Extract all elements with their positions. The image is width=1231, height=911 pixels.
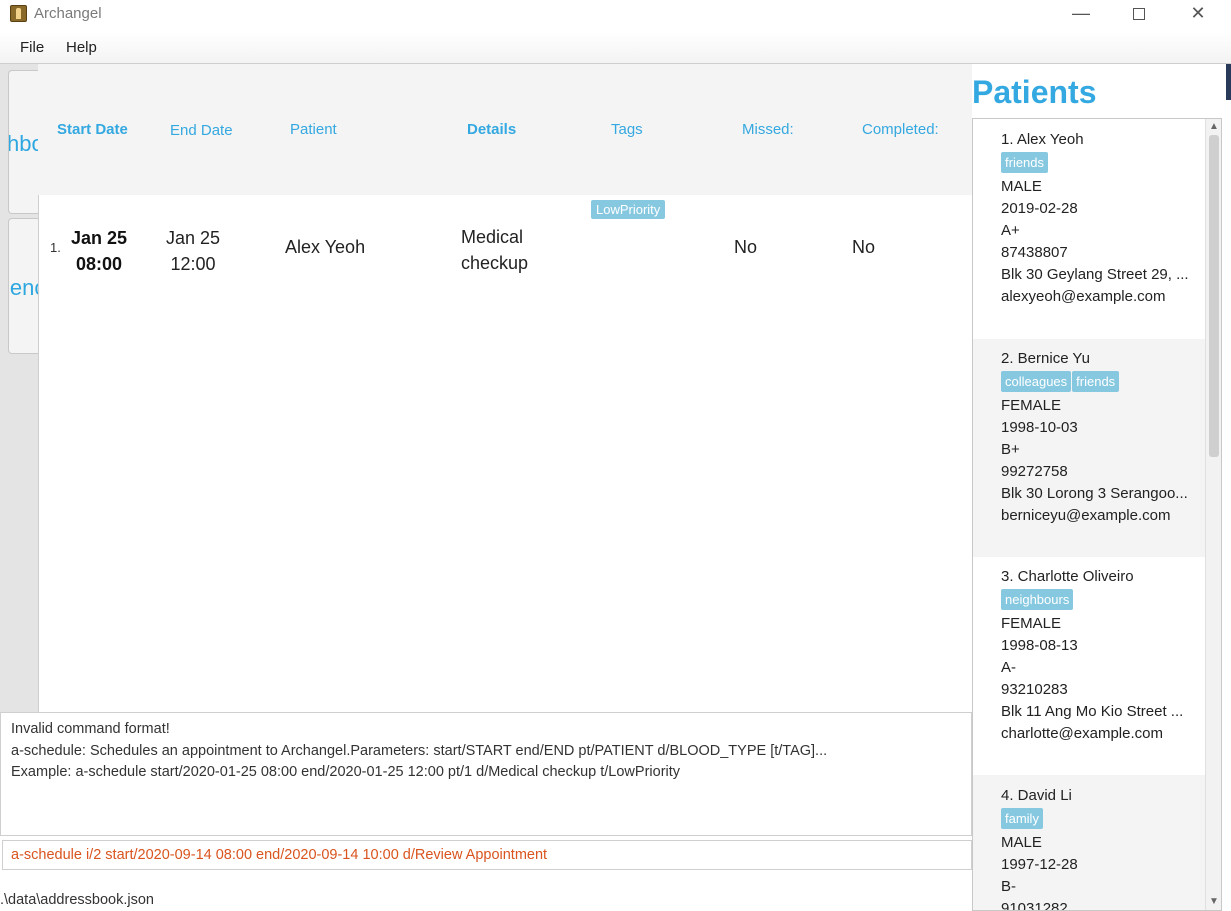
patient-blood-type: B+ xyxy=(1001,441,1020,458)
result-line-1: Invalid command format! xyxy=(11,721,170,737)
appointment-missed: No xyxy=(734,237,758,257)
patient-tag: neighbours xyxy=(1001,589,1074,610)
patient-phone: 99272758 xyxy=(1001,463,1068,480)
patient-gender: MALE xyxy=(1001,834,1042,851)
menu-bar: File Help xyxy=(0,32,1231,64)
start-day: Jan 25 xyxy=(70,228,128,248)
appointment-index: 1. xyxy=(50,240,61,255)
appointment-tag: LowPriority xyxy=(591,200,666,219)
patient-dob: 1998-10-03 xyxy=(1001,419,1078,436)
maximize-button[interactable] xyxy=(1111,0,1167,28)
patients-title: Patients xyxy=(972,74,1097,110)
patient-name: 3. Charlotte Oliveiro xyxy=(1001,568,1134,585)
header-start-date[interactable]: Start Date xyxy=(57,121,128,138)
patient-dob: 1998-08-13 xyxy=(1001,637,1078,654)
menu-file[interactable]: File xyxy=(20,39,44,56)
details-line-2: checkup xyxy=(461,253,529,273)
command-box[interactable]: a-schedule i/2 start/2020-09-14 08:00 en… xyxy=(2,840,972,870)
end-time: 12:00 xyxy=(170,254,216,274)
patient-email: berniceyu@example.com xyxy=(1001,507,1171,524)
menu-help[interactable]: Help xyxy=(66,39,97,56)
patient-tags: family xyxy=(1001,808,1205,831)
tab-strip: hbo ienc xyxy=(0,64,40,714)
patient-tags: friends xyxy=(1001,152,1205,175)
header-missed[interactable]: Missed: xyxy=(742,121,794,138)
patient-gender: FEMALE xyxy=(1001,397,1062,414)
patient-tags: neighbours xyxy=(1001,589,1205,612)
tab-calendar[interactable]: ienc xyxy=(8,218,40,354)
patient-phone: 93210283 xyxy=(1001,681,1068,698)
patient-address: Blk 30 Lorong 3 Serangoo... xyxy=(1001,485,1188,502)
details-line-1: Medical xyxy=(461,227,524,247)
start-time: 08:00 xyxy=(75,254,123,274)
patient-address: Blk 11 Ang Mo Kio Street ... xyxy=(1001,703,1184,720)
scrollbar-thumb[interactable] xyxy=(1209,135,1219,457)
header-completed[interactable]: Completed: xyxy=(862,121,939,138)
patient-email: alexyeoh@example.com xyxy=(1001,288,1166,305)
header-details[interactable]: Details xyxy=(467,121,516,138)
result-display[interactable]: Invalid command format! a-schedule: Sche… xyxy=(0,712,972,836)
maximize-icon xyxy=(1133,8,1145,21)
close-button[interactable]: ✕ xyxy=(1170,0,1226,28)
scroll-up-icon[interactable]: ▲ xyxy=(1208,121,1220,133)
header-patient[interactable]: Patient xyxy=(290,121,337,138)
tab-calendar-label: ienc xyxy=(9,275,40,300)
header-end-date[interactable]: End Date xyxy=(170,122,233,139)
appointment-end-date: Jan 25 12:00 xyxy=(163,225,223,277)
patient-blood-type: A- xyxy=(1001,659,1016,676)
patient-tag: colleagues xyxy=(1001,371,1072,392)
appointment-row[interactable]: 1. Jan 25 08:00 Jan 25 12:00 Alex Yeoh M… xyxy=(39,195,973,295)
appointment-table-header: Start Date End Date Patient Details Tags… xyxy=(38,64,972,196)
app-logo-icon xyxy=(10,5,27,22)
patient-card[interactable]: 4. David Li family MALE 1997-12-28 B- 91… xyxy=(973,775,1205,911)
patient-name: 1. Alex Yeoh xyxy=(1001,131,1084,148)
status-bar: .\data\addressbook.json xyxy=(0,874,972,911)
tab-dashboard[interactable]: hbo xyxy=(8,70,40,214)
patient-dob: 2019-02-28 xyxy=(1001,200,1078,217)
patient-gender: MALE xyxy=(1001,178,1042,195)
appointment-patient: Alex Yeoh xyxy=(285,237,366,257)
tab-dashboard-label: hbo xyxy=(8,131,40,156)
appointment-list: 1. Jan 25 08:00 Jan 25 12:00 Alex Yeoh M… xyxy=(38,195,972,713)
result-line-3: Example: a-schedule start/2020-01-25 08:… xyxy=(11,764,681,780)
patient-card[interactable]: 1. Alex Yeoh friends MALE 2019-02-28 A+ … xyxy=(973,129,1205,339)
appointment-start-date: Jan 25 08:00 xyxy=(69,225,129,277)
title-bar: Archangel — ✕ xyxy=(0,0,1231,30)
patient-dob: 1997-12-28 xyxy=(1001,856,1078,873)
app-window: Archangel — ✕ File Help hbo ienc Start D… xyxy=(0,0,1231,911)
patient-card[interactable]: 2. Bernice Yu colleagues friends FEMALE 1… xyxy=(973,339,1205,557)
header-tags[interactable]: Tags xyxy=(611,121,643,138)
patient-name: 2. Bernice Yu xyxy=(1001,350,1090,367)
window-title: Archangel xyxy=(34,5,102,22)
patient-card[interactable]: 3. Charlotte Oliveiro neighbours FEMALE … xyxy=(973,557,1205,775)
command-input[interactable]: a-schedule i/2 start/2020-09-14 08:00 en… xyxy=(11,847,547,863)
result-line-2: a-schedule: Schedules an appointment to … xyxy=(11,742,828,759)
appointment-completed: No xyxy=(852,237,876,257)
patient-gender: FEMALE xyxy=(1001,615,1062,632)
patient-tag: family xyxy=(1001,808,1043,829)
patient-email: charlotte@example.com xyxy=(1001,725,1163,742)
patient-phone: 87438807 xyxy=(1001,244,1068,261)
patient-tag: friends xyxy=(1072,371,1120,392)
status-file-path: .\data\addressbook.json xyxy=(0,892,154,908)
end-day: Jan 25 xyxy=(165,228,221,248)
patient-list-scrollbar[interactable]: ▲ ▼ xyxy=(1205,119,1221,910)
scroll-down-icon[interactable]: ▼ xyxy=(1208,896,1220,908)
appointment-details: Medical checkup xyxy=(461,224,528,276)
patient-blood-type: A+ xyxy=(1001,222,1020,239)
window-edge xyxy=(1226,64,1231,100)
patient-list: 1. Alex Yeoh friends MALE 2019-02-28 A+ … xyxy=(972,118,1222,911)
minimize-button[interactable]: — xyxy=(1053,0,1109,28)
patient-phone: 91031282 xyxy=(1001,900,1068,911)
patient-name: 4. David Li xyxy=(1001,787,1072,804)
patient-address: Blk 30 Geylang Street 29, ... xyxy=(1001,266,1189,283)
patient-blood-type: B- xyxy=(1001,878,1016,895)
patient-tag: friends xyxy=(1001,152,1049,173)
patient-tags: colleagues friends xyxy=(1001,371,1205,394)
